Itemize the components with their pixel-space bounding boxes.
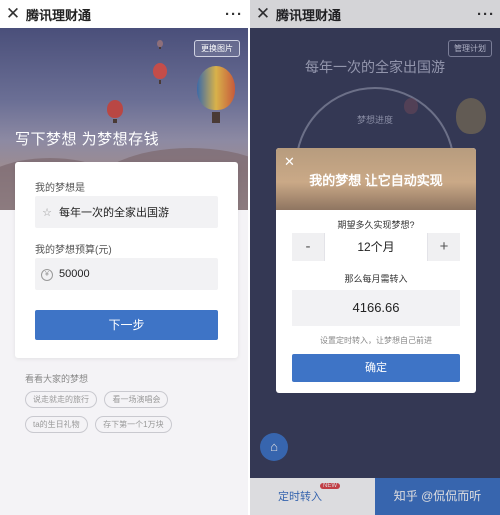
dream-tag[interactable]: 看一场演唱会 (104, 391, 169, 408)
close-icon[interactable]: ✕ (284, 154, 295, 170)
dialog-title: 我的梦想 让它自动实现 (309, 173, 443, 188)
dream-tags: 说走就走的旅行 看一场演唱会 ta的生日礼物 存下第一个1万块 (25, 389, 235, 439)
hero-headline: 写下梦想 为梦想存钱 (15, 131, 160, 148)
dream-form-card: 我的梦想是 ☆ 每年一次的全家出国游 我的梦想预算(元) ¥ 50000 下一步 (15, 162, 238, 358)
plus-button[interactable]: + (428, 233, 460, 261)
dialog-hint: 设置定时转入，让梦想自己前进 (320, 336, 432, 345)
title-bar: ✕ 腾讯理财通 ··· (0, 0, 248, 28)
duration-question: 期望多久实现梦想? (337, 220, 415, 230)
hot-air-balloon-icon (157, 40, 163, 50)
dream-input[interactable]: ☆ 每年一次的全家出国游 (35, 196, 218, 228)
hot-air-balloon-icon (197, 66, 235, 124)
close-icon[interactable]: ✕ (0, 0, 26, 28)
confirm-button[interactable]: 确定 (292, 354, 460, 382)
budget-input[interactable]: ¥ 50000 (35, 258, 218, 290)
dream-tag[interactable]: 说走就走的旅行 (25, 391, 97, 408)
budget-value: 50000 (59, 268, 90, 280)
monthly-label: 那么每月需转入 (344, 274, 408, 284)
months-stepper: - 12个月 + (292, 233, 460, 261)
dream-tag[interactable]: 存下第一个1万块 (95, 416, 172, 433)
app-title: 腾讯理财通 (26, 7, 92, 23)
left-screen: ✕ 腾讯理财通 ··· 更换图片 写下梦想 为梦想存钱 我的梦想是 ☆ 每年一次… (0, 0, 248, 515)
yuan-coin-icon: ¥ (35, 267, 59, 281)
dream-label: 我的梦想是 (35, 183, 85, 194)
change-image-button[interactable]: 更换图片 (194, 40, 240, 57)
hot-air-balloon-icon (153, 63, 167, 84)
auto-save-dialog: ✕ 我的梦想 让它自动实现 期望多久实现梦想? - 12个月 + 那么每月需转入… (276, 148, 476, 393)
minus-button[interactable]: - (292, 233, 324, 261)
months-value[interactable]: 12个月 (324, 233, 428, 261)
right-screen: ✕ 腾讯理财通 ··· 管理计划 每年一次的全家出国游 梦想进度 ⌂ 定时转入 … (250, 0, 500, 515)
monthly-amount: 4166.66 (292, 290, 460, 326)
dream-value: 每年一次的全家出国游 (59, 207, 169, 219)
budget-label: 我的梦想预算(元) (35, 245, 112, 256)
others-dreams-label: 看看大家的梦想 (25, 374, 89, 384)
hot-air-balloon-icon (107, 100, 123, 124)
dream-tag[interactable]: ta的生日礼物 (25, 416, 88, 433)
star-icon: ☆ (42, 206, 52, 219)
next-button[interactable]: 下一步 (35, 310, 218, 340)
more-icon[interactable]: ··· (220, 6, 248, 23)
